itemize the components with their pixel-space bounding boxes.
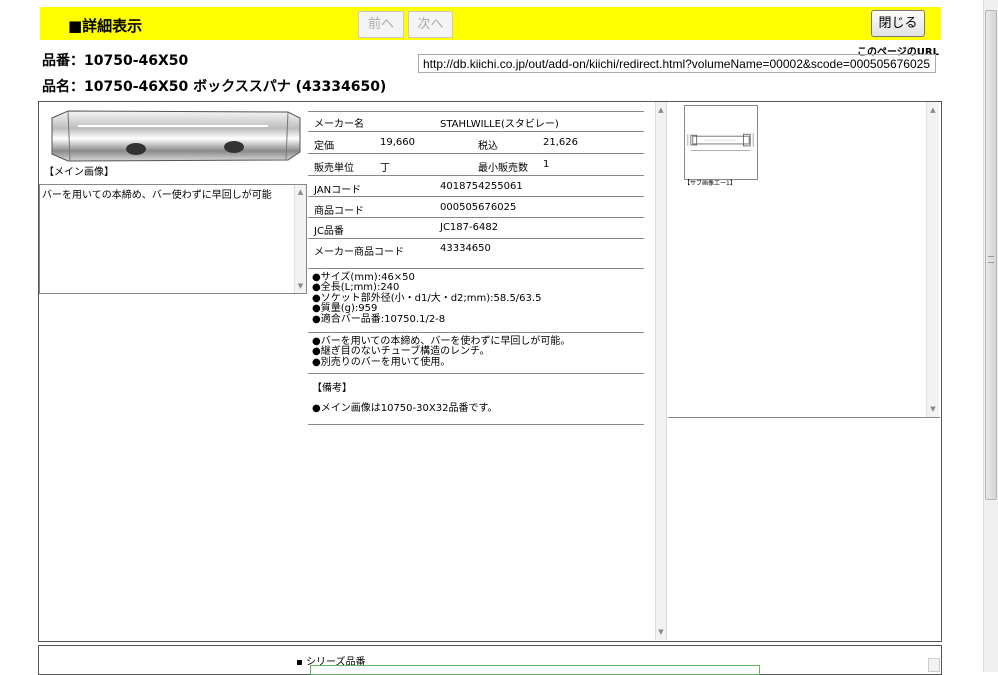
- sub-image-caption: 【サブ画像エー1】: [684, 180, 736, 187]
- min-qty-label: 最小販売数: [478, 163, 528, 174]
- detail-scrollbar[interactable]: ▲ ▼: [655, 102, 667, 640]
- min-qty-value: 1: [543, 159, 550, 170]
- product-code-label: 商品コード: [314, 206, 364, 217]
- row-divider: [308, 332, 644, 333]
- row-divider: [308, 111, 644, 112]
- tax-label: 税込: [478, 141, 498, 152]
- item-name: 品名：10750-46X50 ボックススパナ (43334650): [42, 79, 387, 95]
- price-label: 定価: [314, 141, 334, 152]
- list-item: ●適合バー品番:10750.1/2-8: [312, 313, 446, 325]
- maker-value: STAHLWILLE(スタビレー): [440, 119, 559, 130]
- unit-label: 販売単位: [314, 163, 354, 174]
- next-button[interactable]: 次へ: [408, 11, 453, 38]
- row-divider: [308, 131, 644, 132]
- scroll-up-icon[interactable]: ▲: [927, 105, 939, 115]
- jc-label: JC品番: [314, 226, 344, 237]
- row-divider: [308, 175, 644, 176]
- prev-button[interactable]: 前へ: [358, 11, 404, 38]
- scroll-down-icon[interactable]: ▼: [927, 404, 939, 414]
- row-divider: [308, 424, 644, 425]
- description-scrollbar[interactable]: ▲ ▼: [294, 185, 306, 293]
- description-textarea[interactable]: バーを用いての本締め、バー使わずに早回しが可能 ▲ ▼: [39, 184, 307, 294]
- scroll-down-icon[interactable]: ▼: [295, 281, 306, 291]
- box-spanner-image: [48, 108, 302, 164]
- list-item: ●別売りのバーを用いて使用。: [312, 356, 451, 368]
- series-scrollbar[interactable]: [928, 658, 940, 672]
- sub-image-scrollbar[interactable]: ▲ ▼: [926, 102, 939, 417]
- window-scroll-thumb[interactable]: [985, 10, 997, 500]
- page-title: ■詳細表示: [68, 17, 143, 35]
- jc-value: JC187-6482: [440, 222, 499, 233]
- row-divider: [308, 238, 644, 239]
- tax-value: 21,626: [543, 137, 578, 148]
- specs-list: ●サイズ(mm):46×50 ●全長(L;mm):240 ●ソケット部外径(小・…: [312, 272, 541, 325]
- grip-icon: [988, 256, 994, 263]
- row-divider: [308, 268, 644, 269]
- price-value: 19,660: [380, 137, 415, 148]
- item-number: 品番：10750-46X50: [42, 53, 189, 69]
- remarks-title: 【備考】: [312, 383, 352, 394]
- row-divider: [308, 196, 644, 197]
- maker-label: メーカー名: [314, 119, 364, 130]
- row-divider: [308, 153, 644, 154]
- scroll-down-icon[interactable]: ▼: [656, 627, 666, 637]
- scroll-up-icon[interactable]: ▲: [295, 187, 306, 197]
- description-text: バーを用いての本締め、バー使わずに早回しが可能: [42, 190, 272, 201]
- jan-label: JANコード: [314, 185, 362, 196]
- page-url-field[interactable]: http://db.kiichi.co.jp/out/add-on/kiichi…: [418, 54, 936, 73]
- maker-code-label: メーカー商品コード: [314, 247, 404, 258]
- remarks-text: ●メイン画像は10750-30X32品番です。: [312, 403, 498, 414]
- dimension-drawing-image[interactable]: [684, 105, 758, 180]
- maker-code-value: 43334650: [440, 243, 491, 254]
- row-divider: [308, 373, 644, 374]
- main-image-caption: 【メイン画像】: [44, 167, 114, 178]
- close-button[interactable]: 閉じる: [871, 10, 925, 37]
- product-code-value: 000505676025: [440, 202, 517, 213]
- unit-value: 丁: [380, 163, 390, 174]
- bullet-icon: ▪: [296, 657, 303, 668]
- scroll-up-icon[interactable]: ▲: [656, 105, 666, 115]
- header-bar: ■詳細表示 前へ 次へ 閉じる: [40, 7, 941, 40]
- row-divider: [308, 217, 644, 218]
- features-list: ●バーを用いての本締め、バーを使わずに早回しが可能。 ●継ぎ目のないチューブ構造…: [312, 336, 570, 368]
- jan-value: 4018754255061: [440, 181, 523, 192]
- series-table: [310, 665, 760, 675]
